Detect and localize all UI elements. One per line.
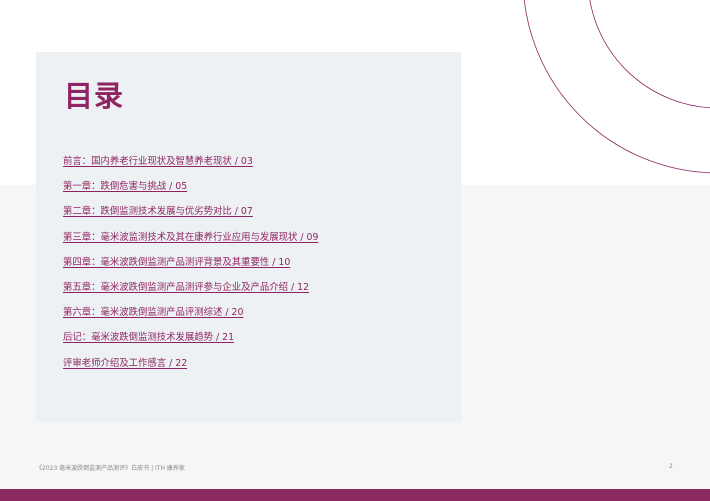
outer-arc xyxy=(523,0,710,174)
footer-caption: 《2023 毫米波跌倒监测产品测评》白皮书 | ITH 康养家 xyxy=(36,465,185,472)
toc-link-chapter-1[interactable]: 第一章：跌倒危害与挑战 / 05 xyxy=(63,181,187,192)
toc-link-preface[interactable]: 前言：国内养老行业现状及智慧养老现状 / 03 xyxy=(63,156,253,167)
toc-link-chapter-2[interactable]: 第二章：跌倒监测技术发展与优劣势对比 / 07 xyxy=(63,206,253,217)
toc-item: 第四章：毫米波跌倒监测产品测评背景及其重要性 / 10 xyxy=(63,253,318,278)
toc-item: 第二章：跌倒监测技术发展与优劣势对比 / 07 xyxy=(63,202,318,227)
toc-panel: 目录 前言：国内养老行业现状及智慧养老现状 / 03 第一章：跌倒危害与挑战 /… xyxy=(36,52,461,422)
toc-item: 第五章：毫米波跌倒监测产品测评参与企业及产品介绍 / 12 xyxy=(63,278,318,303)
toc-link-chapter-5[interactable]: 第五章：毫米波跌倒监测产品测评参与企业及产品介绍 / 12 xyxy=(63,282,309,293)
toc-item: 第三章：毫米波监测技术及其在康养行业应用与发展现状 / 09 xyxy=(63,228,318,253)
toc-list: 前言：国内养老行业现状及智慧养老现状 / 03 第一章：跌倒危害与挑战 / 05… xyxy=(63,152,318,379)
bottom-bar xyxy=(0,489,710,501)
toc-link-chapter-3[interactable]: 第三章：毫米波监测技术及其在康养行业应用与发展现状 / 09 xyxy=(63,232,318,243)
page-number: 2 xyxy=(669,463,673,470)
document-page: 目录 前言：国内养老行业现状及智慧养老现状 / 03 第一章：跌倒危害与挑战 /… xyxy=(0,0,710,501)
toc-link-chapter-4[interactable]: 第四章：毫米波跌倒监测产品测评背景及其重要性 / 10 xyxy=(63,257,290,268)
toc-heading: 目录 xyxy=(64,79,125,113)
toc-item: 后记：毫米波跌倒监测技术发展趋势 / 21 xyxy=(63,328,318,353)
toc-link-postscript[interactable]: 后记：毫米波跌倒监测技术发展趋势 / 21 xyxy=(63,332,234,343)
inner-arc xyxy=(589,0,710,109)
toc-item: 第一章：跌倒危害与挑战 / 05 xyxy=(63,177,318,202)
toc-link-reviewers[interactable]: 评审老师介绍及工作感言 / 22 xyxy=(63,358,187,369)
toc-link-chapter-6[interactable]: 第六章：毫米波跌倒监测产品评测综述 / 20 xyxy=(63,307,243,318)
toc-item: 评审老师介绍及工作感言 / 22 xyxy=(63,354,318,379)
toc-item: 前言：国内养老行业现状及智慧养老现状 / 03 xyxy=(63,152,318,177)
toc-item: 第六章：毫米波跌倒监测产品评测综述 / 20 xyxy=(63,303,318,328)
